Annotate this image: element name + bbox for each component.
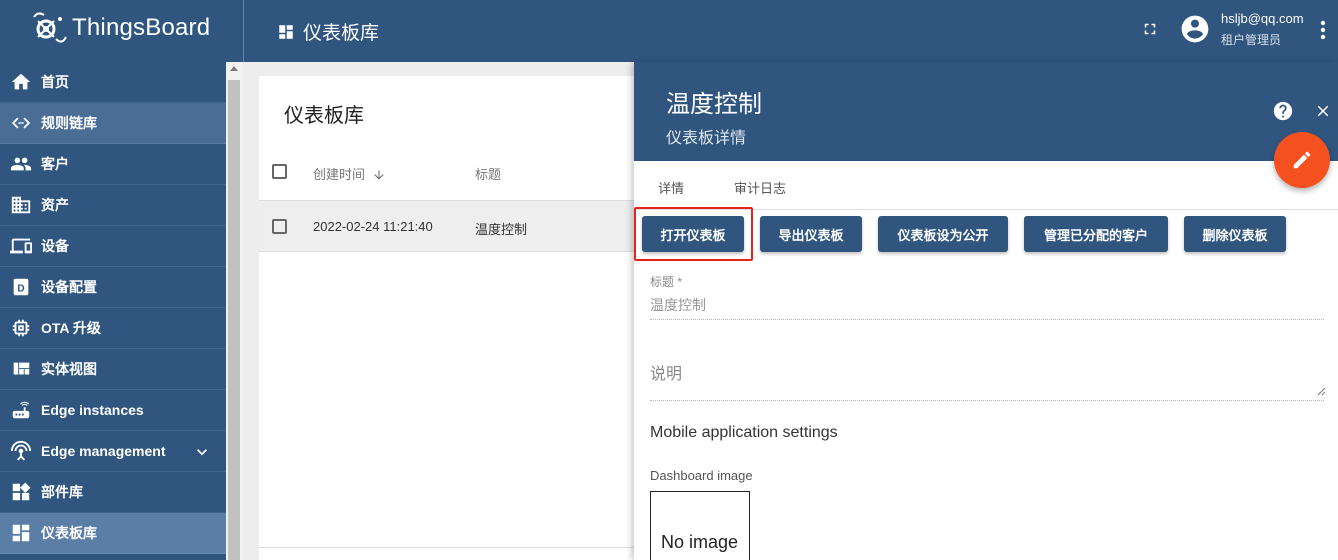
scrollbar-thumb[interactable] — [228, 80, 240, 560]
sidebar-item-customers[interactable]: 客户 — [0, 144, 226, 185]
view-quilt-icon — [13, 362, 30, 375]
sidebar-item-label: 设备 — [41, 238, 69, 254]
make-public-button[interactable]: 仪表板设为公开 — [878, 216, 1008, 252]
dashboard-details-panel: 温度控制 仪表板详情 详情 审计日志 打开仪表板 导出仪表板 仪表板设为公开 管… — [634, 62, 1338, 560]
description-field-underline — [650, 400, 1324, 401]
export-dashboard-button[interactable]: 导出仪表板 — [760, 216, 862, 252]
dashboards-table-card: 仪表板库 创建时间 标题 2022-02-24 11:21:40 温度控制 — [259, 76, 639, 560]
manage-customers-button[interactable]: 管理已分配的客户 — [1024, 216, 1168, 252]
column-header-created[interactable]: 创建时间 — [313, 164, 386, 183]
sidebar-item-rule-chains[interactable]: 规则链库 — [0, 103, 226, 144]
details-tabs: 详情 审计日志 — [634, 161, 1338, 210]
dashboards-icon — [12, 524, 30, 542]
account-circle-icon[interactable] — [1179, 13, 1211, 45]
sidebar-item-devices[interactable]: 设备 — [0, 226, 226, 267]
sidebar-item-label: 资产 — [41, 197, 69, 213]
mobile-settings-heading: Mobile application settings — [650, 424, 838, 441]
table-title: 仪表板库 — [284, 105, 364, 127]
cell-created: 2022-02-24 11:21:40 — [313, 219, 433, 234]
sidebar-item-label: 设备配置 — [41, 279, 97, 295]
page-title-text: 仪表板库 — [303, 23, 380, 44]
column-header-label: 创建时间 — [313, 167, 366, 182]
chevron-down-icon[interactable] — [192, 442, 212, 462]
close-icon[interactable] — [1314, 102, 1332, 120]
sidebar-item-label: 仪表板库 — [41, 525, 97, 541]
settings-input-antenna-icon — [10, 440, 32, 461]
sidebar-item-entity-views[interactable]: 实体视图 — [0, 349, 226, 390]
app-name: ThingsBoard — [72, 14, 211, 41]
sidebar-item-label: 首页 — [41, 74, 69, 90]
device-profile-icon: D — [13, 278, 29, 296]
dashboard-image-dropzone[interactable]: No image — [650, 491, 750, 560]
page-title: 仪表板库 — [277, 18, 379, 45]
devices-icon — [10, 238, 32, 254]
details-subtitle: 仪表板详情 — [666, 130, 747, 147]
people-icon — [10, 157, 32, 171]
widgets-icon — [12, 482, 31, 501]
row-checkbox[interactable] — [272, 219, 287, 234]
topbar-divider — [243, 0, 244, 62]
sidebar-item-label: 部件库 — [41, 484, 83, 500]
tab-details[interactable]: 详情 — [658, 178, 684, 197]
top-app-bar: ThingsBoard 仪表板库 hsljb@qq.com 租户管理员 — [0, 0, 1338, 62]
dashboard-image-label: Dashboard image — [650, 468, 753, 483]
column-header-title[interactable]: 标题 — [475, 164, 501, 183]
table-row[interactable]: 2022-02-24 11:21:40 温度控制 — [259, 200, 639, 252]
arrow-down-icon — [373, 170, 384, 180]
sidebar-item-label: 客户 — [41, 156, 69, 172]
scroll-up-arrow-icon[interactable] — [230, 66, 238, 71]
sidebar-item-dashboards[interactable]: 仪表板库 — [0, 513, 226, 554]
sidebar: 首页 规则链库 客户 资产 设备 D 设备配置 OTA 升级 实体视图 Edge… — [0, 62, 226, 560]
details-title: 温度控制 — [666, 91, 762, 118]
sidebar-scrollbar[interactable] — [226, 62, 243, 560]
svg-text:D: D — [17, 284, 24, 295]
tab-audit-logs[interactable]: 审计日志 — [734, 178, 786, 197]
resize-handle-icon[interactable] — [1316, 386, 1326, 396]
sidebar-item-assets[interactable]: 资产 — [0, 185, 226, 226]
title-field-label: 标题 * — [650, 275, 683, 289]
open-dashboard-button[interactable]: 打开仪表板 — [642, 216, 744, 252]
sidebar-item-edge-management[interactable]: Edge management — [0, 431, 226, 472]
memory-icon — [12, 319, 30, 337]
more-vert-icon[interactable] — [1316, 19, 1330, 41]
sidebar-item-home[interactable]: 首页 — [0, 62, 226, 103]
title-field-underline — [650, 319, 1324, 320]
sidebar-item-label: 规则链库 — [41, 115, 97, 131]
details-header: 温度控制 仪表板详情 — [634, 62, 1338, 161]
user-role: 租户管理员 — [1221, 33, 1282, 47]
delete-dashboard-button[interactable]: 删除仪表板 — [1184, 216, 1286, 252]
sidebar-item-ota-updates[interactable]: OTA 升级 — [0, 308, 226, 349]
home-icon — [11, 73, 31, 90]
sidebar-item-label: OTA 升级 — [41, 320, 101, 336]
sidebar-item-label: Edge management — [41, 443, 166, 459]
dashboards-icon — [279, 24, 293, 39]
user-email[interactable]: hsljb@qq.com — [1221, 11, 1304, 26]
domain-icon — [11, 196, 31, 214]
thingsboard-logo-icon — [33, 12, 67, 43]
fullscreen-icon[interactable] — [1141, 20, 1159, 38]
title-field-input[interactable]: 温度控制 — [650, 295, 706, 315]
sidebar-item-label: 实体视图 — [41, 361, 97, 377]
code-icon — [11, 117, 31, 129]
select-all-checkbox[interactable] — [272, 164, 287, 179]
router-icon — [12, 401, 30, 419]
help-icon[interactable] — [1272, 100, 1294, 122]
sidebar-item-edge-instances[interactable]: Edge instances — [0, 390, 226, 431]
app-logo[interactable]: ThingsBoard — [28, 9, 210, 47]
sidebar-item-label: Edge instances — [41, 402, 144, 418]
sidebar-item-widgets-library[interactable]: 部件库 — [0, 472, 226, 513]
cell-title: 温度控制 — [475, 222, 528, 237]
description-field-label[interactable]: 说明 — [650, 360, 682, 384]
table-divider — [259, 547, 639, 548]
no-image-text: No image — [661, 532, 739, 552]
sidebar-item-device-profiles[interactable]: D 设备配置 — [0, 267, 226, 308]
